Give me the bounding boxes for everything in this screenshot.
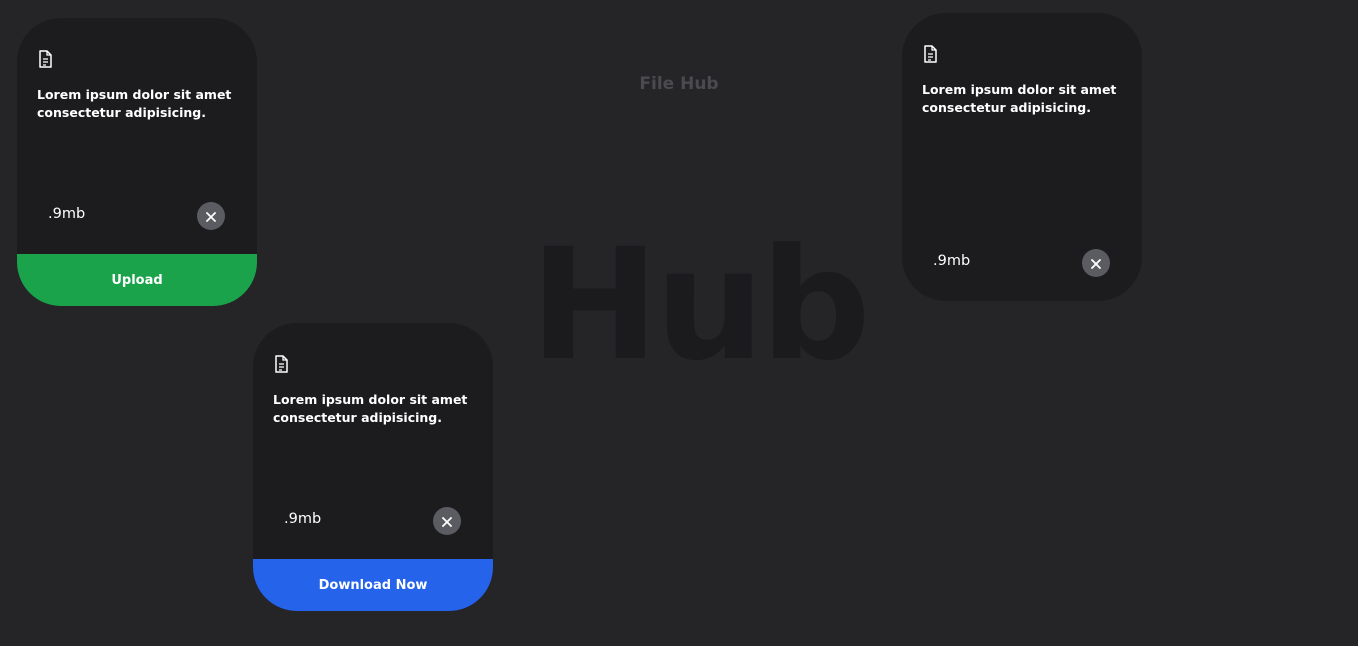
upload-button[interactable]: Upload	[17, 254, 257, 306]
file-description: Lorem ipsum dolor sit amet consectetur a…	[37, 87, 232, 120]
download-now-button[interactable]: Download Now	[253, 559, 493, 611]
hub-background-text: Hub	[530, 216, 871, 395]
close-icon	[1091, 254, 1101, 273]
file-description: Lorem ipsum dolor sit amet consectetur a…	[273, 392, 468, 425]
document-icon	[922, 45, 938, 63]
file-card: Lorem ipsum dolor sit amet consectetur a…	[902, 13, 1142, 301]
file-size: .9mb	[284, 511, 322, 527]
file-size: .9mb	[933, 253, 971, 269]
file-size: .9mb	[48, 206, 86, 222]
file-card-download: Lorem ipsum dolor sit amet consectetur a…	[253, 323, 493, 611]
file-card-upload: Lorem ipsum dolor sit amet consectetur a…	[17, 18, 257, 306]
close-icon	[206, 207, 216, 226]
remove-file-button[interactable]	[433, 507, 461, 535]
remove-file-button[interactable]	[1082, 249, 1110, 277]
document-icon	[273, 355, 289, 373]
remove-file-button[interactable]	[197, 202, 225, 230]
close-icon	[442, 512, 452, 531]
document-icon	[37, 50, 53, 68]
file-description: Lorem ipsum dolor sit amet consectetur a…	[922, 82, 1117, 115]
